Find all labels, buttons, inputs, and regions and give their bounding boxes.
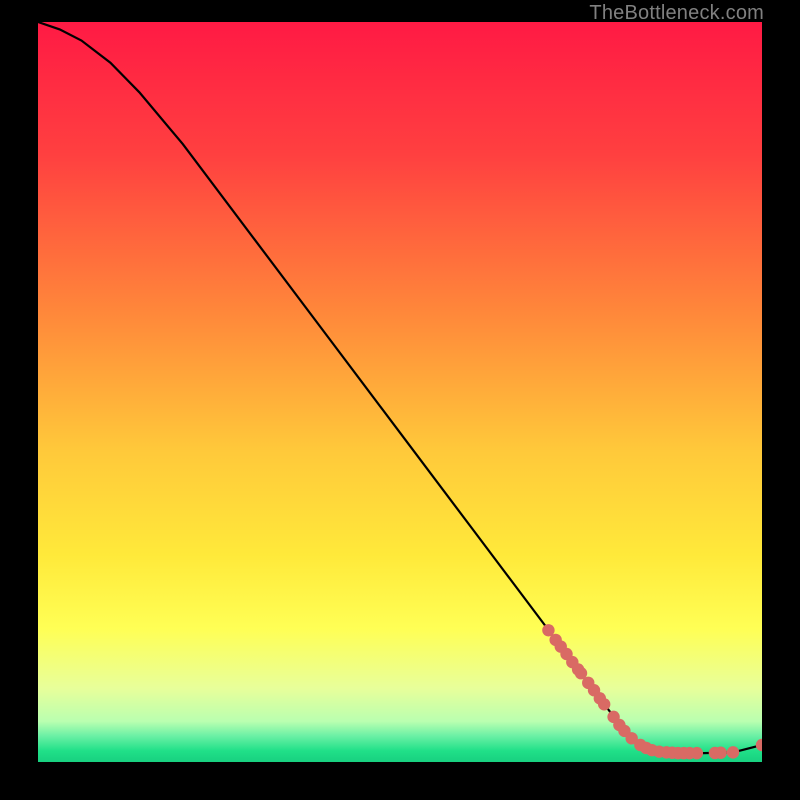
data-point [691,747,703,759]
chart-container: TheBottleneck.com [0,0,800,800]
plot-area [38,22,762,762]
chart-svg [38,22,762,762]
data-point [715,747,727,759]
gradient-background [38,22,762,762]
data-point [598,698,610,710]
data-point [727,746,739,758]
